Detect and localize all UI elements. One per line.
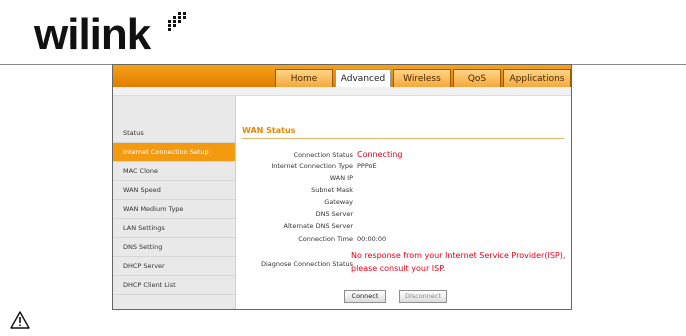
connection-type-label: Internet Connection Type	[271, 162, 353, 170]
tab-applications[interactable]: Applications	[503, 69, 571, 87]
title-divider	[242, 138, 564, 139]
tab-qos[interactable]: QoS	[453, 69, 501, 87]
subnav-strip	[113, 87, 571, 96]
gateway-label: Gateway	[324, 198, 353, 206]
sidebar-item-dns-setting[interactable]: DNS Setting	[113, 238, 235, 257]
sidebar-item-internet-connection-setup[interactable]: Internet Connection Setup	[113, 143, 235, 162]
sidebar-item-lan-settings[interactable]: LAN Settings	[113, 219, 235, 238]
router-admin-window: Home Advanced Wireless QoS Applications …	[112, 64, 572, 310]
connection-type-value: PPPoE	[357, 162, 377, 170]
wifi-dots-icon	[168, 12, 186, 31]
sidebar-menu: Status Internet Connection Setup MAC Clo…	[113, 96, 236, 309]
tab-advanced[interactable]: Advanced	[335, 69, 391, 87]
connection-time-value: 00:00:00	[357, 235, 387, 243]
sidebar-item-status[interactable]: Status	[113, 124, 235, 143]
diagnose-message-line2: please consult your ISP.	[351, 264, 446, 273]
connection-status-value: Connecting	[357, 150, 403, 159]
warning-icon	[10, 311, 30, 329]
top-nav-bar: Home Advanced Wireless QoS Applications	[113, 65, 571, 87]
sidebar-item-dhcp-server[interactable]: DHCP Server	[113, 257, 235, 276]
sidebar-item-mac-clone[interactable]: MAC Clone	[113, 162, 235, 181]
disconnect-button[interactable]: Disconnect	[399, 290, 447, 303]
diagnose-status-label: Diagnose Connection Status	[260, 260, 353, 268]
sidebar-item-wan-speed[interactable]: WAN Speed	[113, 181, 235, 200]
logo-text: wilink	[34, 10, 151, 59]
tab-home[interactable]: Home	[275, 69, 333, 87]
connect-button[interactable]: Connect	[344, 290, 386, 303]
page-title: WAN Status	[242, 126, 296, 135]
sidebar-item-wan-medium-type[interactable]: WAN Medium Type	[113, 200, 235, 219]
dns-server-label: DNS Server	[315, 210, 353, 218]
wan-ip-label: WAN IP	[329, 174, 353, 182]
alternate-dns-label: Alternate DNS Server	[283, 222, 353, 230]
subnet-mask-label: Subnet Mask	[311, 186, 353, 194]
diagnose-message-line1: No response from your Internet Service P…	[351, 251, 566, 260]
wilink-logo: wilink	[34, 10, 194, 60]
sidebar-item-dhcp-client-list[interactable]: DHCP Client List	[113, 276, 235, 295]
wan-status-panel: WAN Status Connection Status Connecting …	[236, 96, 571, 309]
connection-status-label: Connection Status	[293, 151, 353, 159]
tab-wireless[interactable]: Wireless	[393, 69, 451, 87]
connection-time-label: Connection Time	[298, 235, 353, 243]
